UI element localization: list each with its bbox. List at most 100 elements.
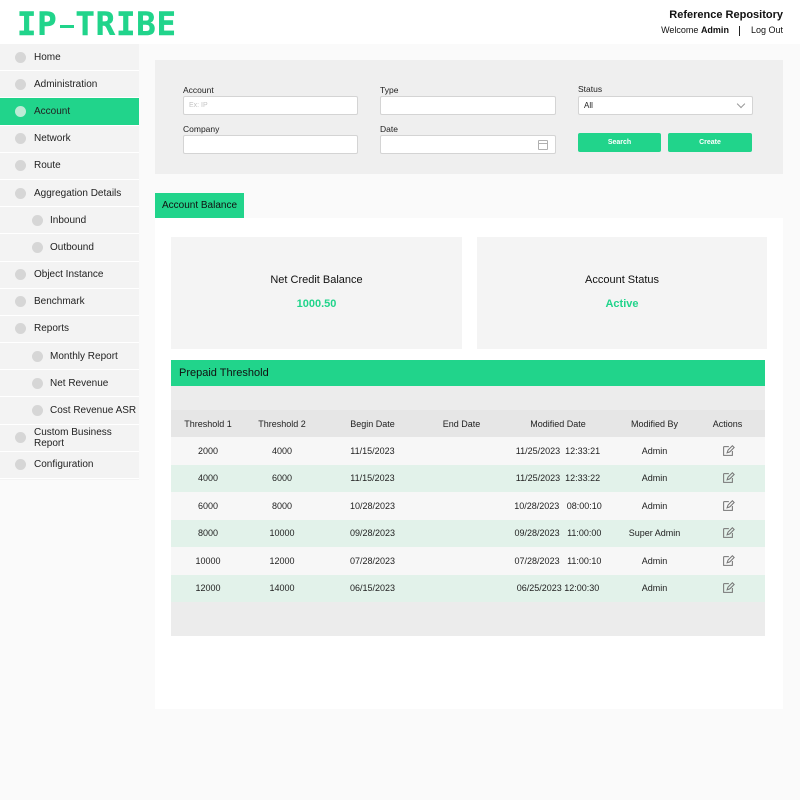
edit-icon[interactable] — [721, 471, 735, 485]
type-input[interactable] — [386, 102, 555, 109]
modified-by-cell: Admin — [641, 445, 668, 456]
app-title: Reference Repository — [669, 9, 783, 21]
sidebar-item-cost-revenue-asr[interactable]: Cost Revenue ASR — [0, 397, 139, 425]
edit-icon[interactable] — [721, 581, 735, 595]
begin-date-cell: 06/15/2023 — [349, 583, 396, 594]
actions-cell — [690, 581, 765, 595]
actions-cell — [690, 471, 765, 485]
create-button[interactable]: Create — [668, 133, 752, 152]
company-input[interactable] — [189, 141, 357, 148]
account-field[interactable] — [183, 96, 358, 115]
column-header[interactable]: Threshold 2 — [245, 419, 319, 429]
company-field[interactable] — [183, 135, 358, 154]
actions-cell — [690, 554, 765, 568]
nav-bullet-icon — [15, 459, 26, 471]
header-user-area: Reference Repository Welcome Admin Log O… — [661, 9, 783, 36]
sidebar-item-custom-business-report[interactable]: Custom Business Report — [0, 425, 139, 452]
begin-date-cell: 11/15/2023 — [350, 473, 395, 484]
prepaid-threshold-title: Prepaid Threshold — [179, 367, 269, 379]
nav-bullet-icon — [15, 51, 26, 63]
sidebar-item-object-instance[interactable]: Object Instance — [0, 262, 139, 289]
threshold-2-cell: 14000 — [269, 583, 295, 594]
threshold-1-cell: 4000 — [197, 473, 219, 484]
date-input[interactable] — [386, 141, 555, 148]
nav-bullet-icon — [32, 350, 43, 362]
modified-date-cell: 11/25/2023 12:33:22 — [515, 473, 601, 484]
sidebar-item-reports[interactable]: Reports — [0, 316, 139, 344]
type-field[interactable] — [380, 96, 556, 115]
sidebar-item-label: Cost Revenue ASR — [50, 405, 137, 417]
actions-cell — [690, 499, 765, 513]
edit-icon[interactable] — [721, 499, 735, 513]
net-credit-balance-card: Net Credit Balance 1000.50 — [171, 237, 462, 349]
logout-link[interactable]: Log Out — [751, 25, 783, 35]
nav-bullet-icon — [15, 269, 26, 281]
sidebar-item-network[interactable]: Network — [0, 126, 139, 153]
sidebar-item-label: Inbound — [50, 214, 87, 226]
sidebar-item-inbound[interactable]: Inbound — [0, 207, 139, 235]
threshold-1-cell: 2000 — [197, 445, 219, 456]
date-field[interactable] — [380, 135, 556, 154]
begin-date-cell: 09/28/2023 — [349, 528, 396, 539]
type-label: Type — [380, 85, 399, 95]
sidebar-item-label: Administration — [34, 78, 98, 90]
tab-account-balance[interactable]: Account Balance — [155, 193, 244, 218]
sidebar-item-label: Benchmark — [34, 296, 85, 308]
sidebar-item-net-revenue[interactable]: Net Revenue — [0, 370, 139, 398]
modified-by-cell: Super Admin — [628, 528, 681, 539]
modified-by-cell: Admin — [641, 555, 668, 566]
header: IP TRIBE Reference Repository Welcome Adm… — [0, 0, 800, 44]
user-bar: Welcome Admin Log Out — [661, 25, 783, 36]
modified-date-cell: 09/28/2023 11:00:00 — [514, 528, 602, 539]
sidebar: Home Administration Account Network Rout… — [0, 44, 139, 480]
sidebar-item-outbound[interactable]: Outbound — [0, 234, 139, 262]
edit-icon[interactable] — [721, 526, 735, 540]
sidebar-empty-area — [0, 480, 139, 800]
filter-panel — [155, 60, 783, 174]
sidebar-item-monthly-report[interactable]: Monthly Report — [0, 343, 139, 371]
status-selected-value: All — [584, 101, 593, 110]
table-row: 12000 14000 06/15/2023 06/25/2023 12:00:… — [171, 574, 765, 602]
sidebar-item-configuration[interactable]: Configuration — [0, 452, 139, 479]
account-status-card: Account Status Active — [477, 237, 767, 349]
status-select[interactable]: All — [578, 96, 753, 115]
account-status-title: Account Status — [585, 274, 659, 286]
nav-bullet-icon — [15, 296, 26, 308]
sidebar-item-benchmark[interactable]: Benchmark — [0, 289, 139, 316]
edit-icon[interactable] — [721, 554, 735, 568]
calendar-icon[interactable] — [538, 140, 548, 150]
column-header[interactable]: End Date — [426, 419, 497, 429]
table-row: 10000 12000 07/28/2023 07/28/2023 11:00:… — [171, 547, 765, 575]
search-button[interactable]: Search — [578, 133, 661, 152]
threshold-1-cell: 12000 — [195, 583, 221, 594]
modified-date-cell: 06/25/2023 12:00:30 — [516, 583, 600, 594]
sidebar-item-label: Object Instance — [34, 269, 104, 281]
column-header[interactable]: Modified Date — [497, 419, 619, 429]
sidebar-item-aggregation-details[interactable]: Aggregation Details — [0, 180, 139, 208]
status-label: Status — [578, 84, 603, 94]
column-header[interactable]: Threshold 1 — [171, 419, 245, 429]
sidebar-item-label: Route — [34, 160, 61, 172]
column-header[interactable]: Modified By — [619, 419, 690, 429]
company-label: Company — [183, 124, 220, 134]
column-header[interactable]: Begin Date — [319, 419, 426, 429]
nav-bullet-icon — [15, 323, 26, 335]
username: Admin — [700, 25, 729, 35]
table-header-row: Threshold 1 Threshold 2 Begin Date End D… — [171, 410, 765, 437]
sidebar-item-label: Reports — [34, 323, 70, 335]
prepaid-threshold-header: Prepaid Threshold — [171, 360, 765, 386]
sidebar-item-label: Home — [34, 51, 61, 63]
sidebar-item-administration[interactable]: Administration — [0, 71, 139, 99]
ip-tribe-logo[interactable]: IP TRIBE — [17, 5, 177, 44]
modified-date-cell: 11/25/2023 12:33:21 — [515, 445, 601, 456]
sidebar-item-route[interactable]: Route — [0, 153, 139, 180]
sidebar-item-account[interactable]: Account — [0, 98, 139, 126]
modified-date-cell: 07/28/2023 11:00:10 — [514, 555, 602, 566]
account-input[interactable] — [189, 102, 357, 109]
edit-icon[interactable] — [721, 444, 735, 458]
sidebar-item-label: Monthly Report — [50, 350, 118, 362]
sidebar-item-home[interactable]: Home — [0, 44, 139, 72]
nav-bullet-icon — [15, 187, 26, 199]
account-label: Account — [183, 85, 214, 95]
date-label: Date — [380, 124, 398, 134]
